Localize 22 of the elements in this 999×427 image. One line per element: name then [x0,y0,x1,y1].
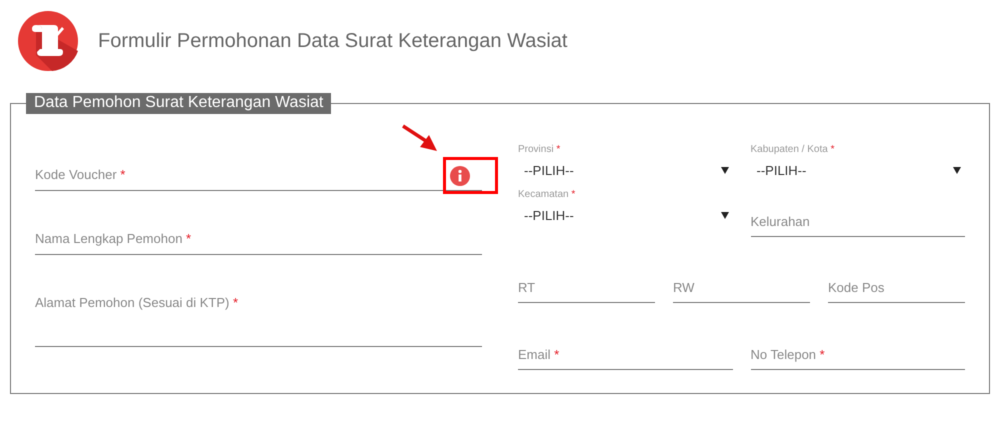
field-label: Kabupaten / Kota * [750,144,836,157]
caret-icon [953,166,961,174]
dropdown[interactable]: --PILIH-- [518,203,732,227]
page-title: Formulir Permohonan Data Surat Keterangan Wasiat [98,30,568,52]
caret-icon [720,166,728,174]
input-field[interactable]: RW [673,272,810,303]
field-label: Kecamatan * [518,189,576,202]
dropdown[interactable]: --PILIH-- [750,158,965,182]
logo-icon [18,11,78,71]
input-field[interactable]: Kode Pos [828,272,965,303]
input-field[interactable]: Nama Lengkap Pemohon * [35,222,482,255]
input-field[interactable]: Kelurahan [750,206,965,237]
field-label: Provinsi * [518,144,562,157]
text-area[interactable]: Alamat Pemohon (Sesuai di KTP) * [35,286,482,347]
input-field[interactable]: No Telepon * [750,339,965,370]
caret-icon [720,212,728,218]
section-title: Data Pemohon Surat Keterangan Wasiat [26,93,332,114]
dropdown[interactable]: --PILIH-- [518,158,732,182]
info-icon[interactable] [450,166,470,186]
pointer-arrow [402,124,438,152]
input-field[interactable]: Email * [518,339,732,370]
input-field[interactable]: RT [518,272,655,303]
